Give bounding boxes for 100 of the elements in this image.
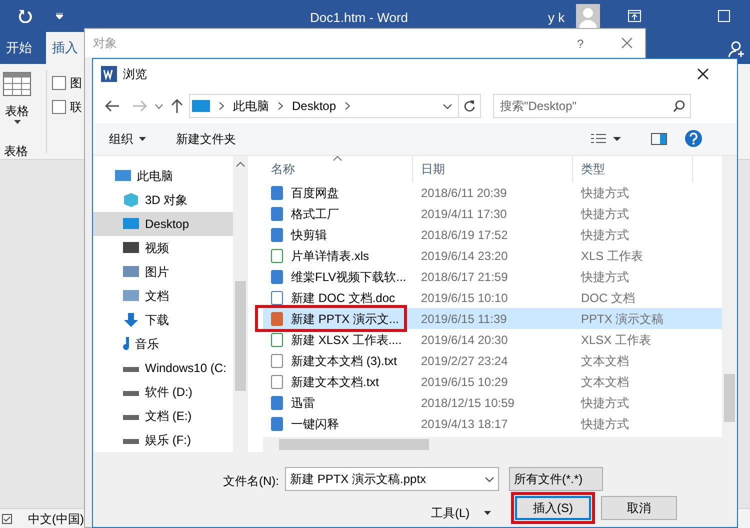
file-name: 维棠FLV视频下载软... <box>291 268 406 286</box>
search-field[interactable]: 搜索"Desktop" <box>493 94 691 118</box>
file-date: 2018/12/15 10:59 <box>420 394 516 412</box>
dialog-title: 浏览 <box>123 66 147 83</box>
maximize-icon[interactable] <box>718 10 730 22</box>
filename-field[interactable]: 新建 PPTX 演示文稿.pptx <box>285 467 499 491</box>
nav-item[interactable]: 图片 <box>93 260 233 284</box>
file-row[interactable]: 迅雷 2018/12/15 10:59 快捷方式 <box>263 392 722 413</box>
column-header[interactable]: 类型 <box>573 156 693 182</box>
customize-icon[interactable] <box>56 13 63 19</box>
file-icon <box>271 416 283 430</box>
nav-item[interactable]: Desktop <box>93 212 233 236</box>
file-row[interactable]: 维棠FLV视频下载软... 2018/6/17 21:59 快捷方式 <box>263 266 722 287</box>
file-type: DOC 文档 <box>580 290 636 306</box>
window-title: Doc1.htm - Word <box>310 9 408 27</box>
table-button[interactable]: 表格 <box>0 72 34 124</box>
horizontal-scrollbar[interactable] <box>263 437 737 452</box>
file-icon <box>271 396 283 410</box>
breadcrumb-item[interactable]: 此电脑 <box>233 97 269 115</box>
refresh-icon[interactable] <box>464 100 475 112</box>
file-type: 快捷方式 <box>580 268 630 286</box>
file-type: PPTX 演示文稿 <box>580 310 665 328</box>
tools-button[interactable]: 工具(L) <box>431 504 491 522</box>
file-type: 文本文档 <box>580 352 630 370</box>
file-icon <box>271 332 283 346</box>
ribbon-item[interactable]: 图 <box>52 74 82 92</box>
file-row[interactable]: 新建文本文档 (3).txt 2019/2/27 23:24 文本文档 <box>263 350 722 371</box>
file-date: 2018/6/19 17:52 <box>420 226 509 244</box>
insert-button[interactable]: 插入(S) <box>515 496 591 520</box>
help-icon[interactable] <box>685 130 702 147</box>
table-icon <box>3 72 31 96</box>
breadcrumb-item[interactable]: Desktop <box>292 97 336 115</box>
nav-item[interactable]: 娱乐 (F:) <box>93 428 233 452</box>
address-bar[interactable]: 此电脑 Desktop <box>189 94 481 118</box>
file-date: 2019/6/15 10:10 <box>420 290 509 306</box>
up-icon[interactable] <box>171 99 183 113</box>
ribbon-tab[interactable]: 插入 <box>46 32 84 64</box>
file-name: 格式工厂 <box>291 206 339 222</box>
nav-item[interactable]: 软件 (D:) <box>93 380 233 404</box>
cancel-button[interactable]: 取消 <box>601 496 677 520</box>
group-label: 表格 <box>4 143 28 160</box>
scrollbar[interactable] <box>722 156 737 437</box>
new-folder-button[interactable]: 新建文件夹 <box>176 130 236 148</box>
dropdown-caret-icon[interactable] <box>443 104 452 108</box>
file-row[interactable]: 格式工厂 2019/4/11 17:30 快捷方式 <box>263 203 722 224</box>
file-row[interactable]: 百度网盘 2018/6/11 20:39 快捷方式 <box>263 182 722 203</box>
preview-pane-icon[interactable] <box>651 133 667 145</box>
undo-icon[interactable] <box>18 9 32 23</box>
file-row[interactable]: 新建 XLSX 工作表.... 2019/6/14 20:30 XLSX 工作表 <box>263 329 722 350</box>
nav-item[interactable]: 文档 <box>93 284 233 308</box>
organize-button[interactable]: 组织 <box>109 130 146 148</box>
nav-item[interactable]: 音乐 <box>93 332 233 356</box>
file-row[interactable]: 新建 DOC 文档.doc 2019/6/15 10:10 DOC 文档 <box>263 287 722 308</box>
file-name: 百度网盘 <box>291 184 339 202</box>
language-status[interactable]: 中文(中国) <box>28 510 84 528</box>
file-row[interactable]: 片单详情表.xls 2019/6/14 23:20 XLS 工作表 <box>263 245 722 266</box>
nav-item[interactable]: 视频 <box>93 236 233 260</box>
nav-item[interactable]: Windows10 (C: <box>93 356 233 380</box>
file-row[interactable]: 新建文本文档.txt 2019/6/15 10:29 文本文档 <box>263 371 722 392</box>
share-person-icon[interactable] <box>728 40 746 58</box>
help-button[interactable]: ? <box>577 35 584 53</box>
ribbon-tab[interactable]: 开始 <box>0 32 38 64</box>
file-name: 新建 XLSX 工作表.... <box>291 332 402 348</box>
nav-item[interactable]: 文档 (E:) <box>93 404 233 428</box>
dropdown-caret-icon[interactable] <box>485 477 494 482</box>
column-header[interactable]: 名称 <box>263 156 413 182</box>
scroll-up-icon[interactable] <box>236 162 245 167</box>
dropdown-caret-icon <box>139 137 146 141</box>
file-date: 2019/6/15 11:39 <box>420 310 508 328</box>
proofing-icon[interactable] <box>2 514 12 524</box>
file-name: 迅雷 <box>291 394 315 412</box>
nav-item[interactable]: 下载 <box>93 308 233 332</box>
recent-caret-icon[interactable] <box>155 104 163 108</box>
column-header[interactable]: 日期 <box>413 156 573 182</box>
file-date: 2019/6/15 10:29 <box>420 374 509 390</box>
ribbon-item[interactable]: 联 <box>52 98 82 116</box>
close-icon[interactable] <box>697 68 709 80</box>
dialog-title: 对象 <box>93 35 117 52</box>
file-icon <box>271 186 283 200</box>
ribbon-display-icon[interactable] <box>628 10 641 22</box>
back-icon[interactable] <box>105 100 119 112</box>
nav-item[interactable]: 3D 对象 <box>93 188 233 212</box>
nav-item[interactable]: 此电脑 <box>93 164 233 188</box>
file-type: XLSX 工作表 <box>580 332 652 348</box>
view-list-icon[interactable] <box>591 133 621 145</box>
file-type: 快捷方式 <box>580 226 630 244</box>
cube-icon <box>123 193 139 207</box>
file-name: 新建文本文档 (3).txt <box>291 352 398 370</box>
file-icon <box>271 312 283 326</box>
file-name: 新建 PPTX 演示文... <box>291 310 400 328</box>
dropdown-caret-icon <box>484 511 491 515</box>
scrollbar[interactable] <box>233 156 248 452</box>
file-icon <box>271 206 283 220</box>
file-name: 快剪辑 <box>291 226 327 244</box>
file-row[interactable]: 一键闪释 2019/4/13 18:17 快捷方式 <box>263 413 722 434</box>
file-type-dropdown[interactable]: 所有文件(*.*) <box>509 467 603 491</box>
file-icon <box>271 290 283 304</box>
file-row[interactable]: 快剪辑 2018/6/19 17:52 快捷方式 <box>263 224 722 245</box>
file-type: 快捷方式 <box>580 416 630 432</box>
file-type: 快捷方式 <box>580 206 630 222</box>
